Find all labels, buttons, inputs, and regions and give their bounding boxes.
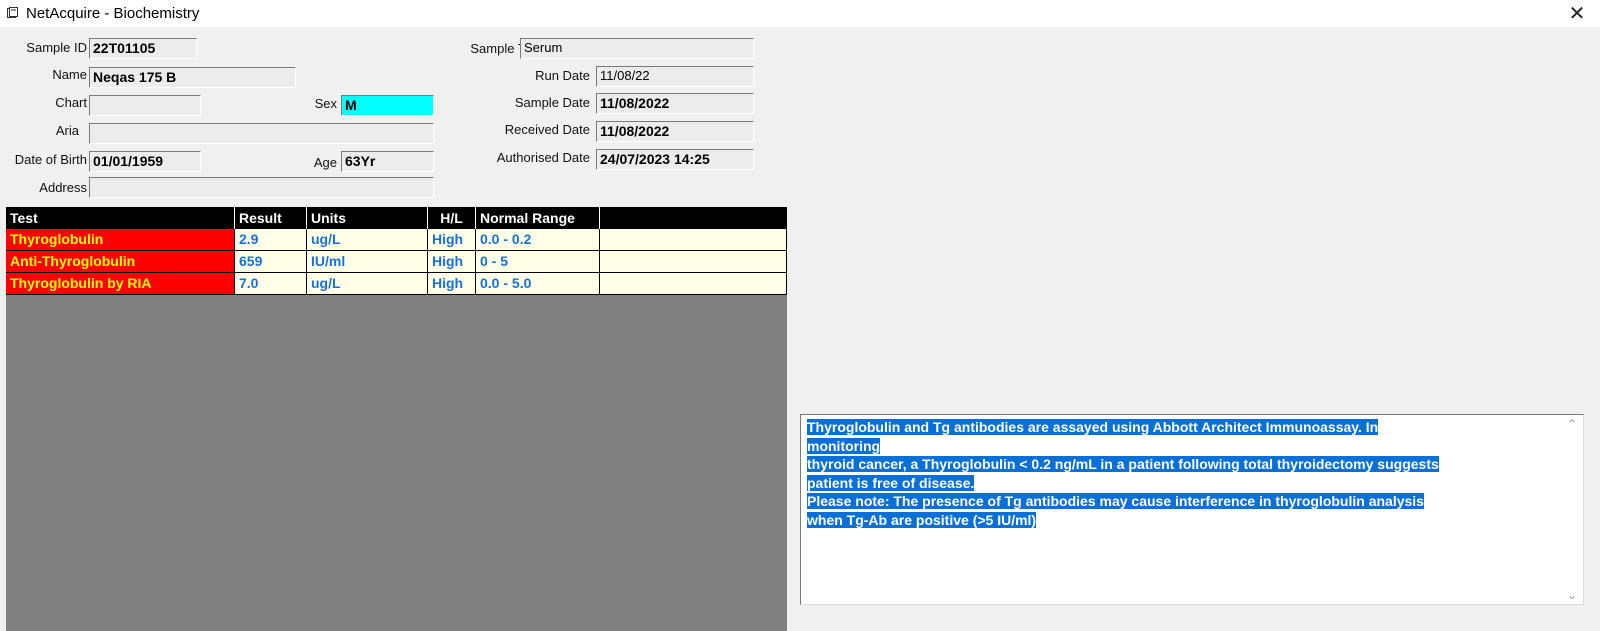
run-date-label: Run Date (535, 68, 590, 83)
address-field[interactable] (89, 177, 434, 198)
sex-label: Sex (314, 96, 337, 111)
table-row[interactable]: Thyroglobulin by RIA 7.0 ug/L High 0.0 -… (6, 273, 787, 295)
age-label: Age (313, 155, 337, 170)
received-date-label: Received Date (504, 122, 590, 137)
comment-line: monitoring (807, 437, 881, 454)
cell-range[interactable]: 0.0 - 5.0 (476, 273, 600, 295)
dob-label: Date of Birth (14, 152, 87, 167)
sample-date-label: Sample Date (514, 95, 590, 110)
table-row[interactable]: Anti-Thyroglobulin 659 IU/ml High 0 - 5 (6, 251, 787, 273)
aria-label: Aria (55, 123, 79, 138)
sex-field[interactable]: M (341, 95, 434, 116)
cell-units[interactable]: ug/L (307, 229, 428, 251)
cell-test[interactable]: Anti-Thyroglobulin (6, 251, 235, 273)
chevron-down-icon[interactable]: ⌄ (1565, 588, 1579, 602)
authorised-date-field[interactable]: 24/07/2023 14:25 (596, 149, 754, 170)
header-extra (600, 207, 787, 229)
comment-line: when Tg-Ab are positive (>5 IU/ml) (807, 511, 1037, 528)
cell-hl[interactable]: High (428, 251, 476, 273)
cell-extra[interactable] (600, 273, 787, 295)
sample-id-field[interactable]: 22T01105 (89, 38, 197, 59)
window-title: NetAcquire - Biochemistry (26, 5, 200, 22)
header-units[interactable]: Units (307, 207, 428, 229)
name-field[interactable]: Neqas 175 B (89, 67, 296, 88)
comment-text: Thyroglobulin and Tg antibodies are assa… (807, 418, 1559, 529)
run-date-field[interactable]: 11/08/22 (596, 66, 754, 87)
chevron-up-icon[interactable]: ⌃ (1565, 417, 1579, 431)
cell-hl[interactable]: High (428, 229, 476, 251)
cell-range[interactable]: 0.0 - 0.2 (476, 229, 600, 251)
received-date-field[interactable]: 11/08/2022 (596, 121, 754, 142)
cell-test[interactable]: Thyroglobulin by RIA (6, 273, 235, 295)
cell-units[interactable]: ug/L (307, 273, 428, 295)
age-field[interactable]: 63Yr (341, 151, 434, 172)
cell-range[interactable]: 0 - 5 (476, 251, 600, 273)
table-row[interactable]: Thyroglobulin 2.9 ug/L High 0.0 - 0.2 (6, 229, 787, 251)
comment-line: patient is free of disease. (807, 474, 975, 491)
title-bar: NetAcquire - Biochemistry ✕ (0, 0, 1600, 27)
chart-label: Chart (55, 95, 87, 110)
header-hl[interactable]: H/L (428, 207, 476, 229)
comment-line: Thyroglobulin and Tg antibodies are assa… (807, 419, 1379, 435)
chart-field[interactable] (89, 95, 201, 116)
cell-test[interactable]: Thyroglobulin (6, 229, 235, 251)
cell-result[interactable]: 7.0 (235, 273, 307, 295)
cell-units[interactable]: IU/ml (307, 251, 428, 273)
dob-field[interactable]: 01/01/1959 (89, 151, 201, 172)
close-icon: ✕ (1568, 3, 1586, 25)
comment-line: thyroid cancer, a Thyroglobulin < 0.2 ng… (807, 456, 1439, 472)
aria-field[interactable] (89, 123, 434, 144)
header-result[interactable]: Result (235, 207, 307, 229)
header-test[interactable]: Test (6, 207, 235, 229)
sample-type-field[interactable]: Serum (520, 38, 754, 59)
sample-id-label: Sample ID (26, 40, 87, 55)
cell-extra[interactable] (600, 251, 787, 273)
address-label: Address (39, 180, 87, 195)
app-window: NetAcquire - Biochemistry ✕ Sample ID 22… (0, 0, 1600, 631)
name-label: Name (52, 67, 87, 82)
app-icon (7, 7, 18, 18)
cell-hl[interactable]: High (428, 273, 476, 295)
comment-textarea[interactable]: Thyroglobulin and Tg antibodies are assa… (800, 414, 1584, 605)
authorised-date-label: Authorised Date (496, 150, 590, 165)
sample-date-field[interactable]: 11/08/2022 (596, 93, 754, 114)
cell-result[interactable]: 2.9 (235, 229, 307, 251)
header-normal-range[interactable]: Normal Range (476, 207, 600, 229)
cell-result[interactable]: 659 (235, 251, 307, 273)
comment-line: Please note: The presence of Tg antibodi… (807, 493, 1424, 509)
results-grid[interactable]: Test Result Units H/L Normal Range Thyro… (6, 207, 787, 631)
cell-extra[interactable] (600, 229, 787, 251)
close-button[interactable]: ✕ (1554, 0, 1600, 27)
grid-header: Test Result Units H/L Normal Range (6, 207, 787, 229)
